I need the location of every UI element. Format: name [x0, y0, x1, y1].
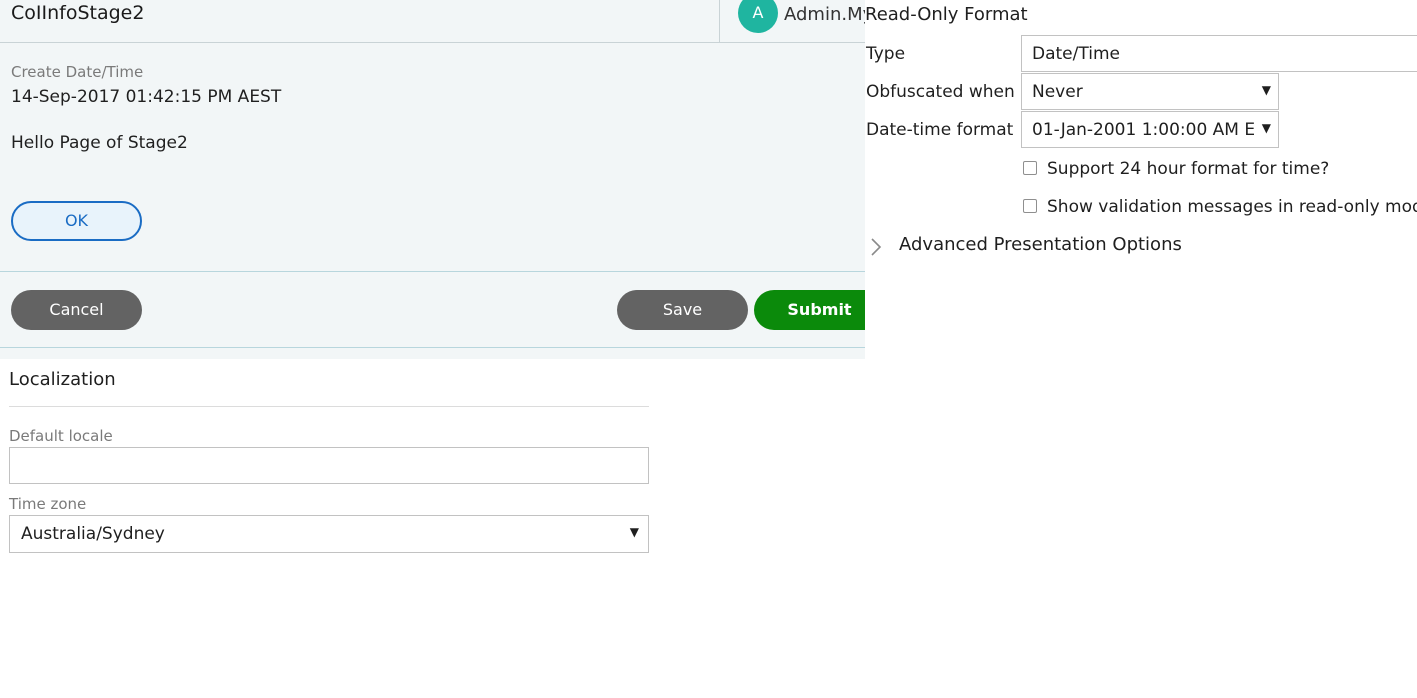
date-time-format-value: 01-Jan-2001 1:00:00 AM EDT [1032, 120, 1254, 140]
support-24h-label[interactable]: Support 24 hour format for time? [1047, 159, 1329, 179]
type-value: Date/Time [1032, 44, 1120, 64]
time-zone-label: Time zone [9, 495, 87, 513]
user-name[interactable]: Admin.My [784, 4, 865, 25]
bottom-divider [0, 347, 865, 348]
avatar[interactable]: A [738, 0, 778, 33]
chevron-right-icon[interactable] [867, 236, 887, 258]
show-validation-checkbox[interactable] [1023, 199, 1037, 213]
default-locale-label: Default locale [9, 427, 113, 445]
dropdown-arrow-icon: ▼ [1261, 121, 1271, 135]
save-button[interactable]: Save [617, 290, 748, 330]
submit-button[interactable]: Submit [754, 290, 865, 330]
case-panel: CoIInfoStage2 A Admin.My Create Date/Tim… [0, 0, 865, 359]
localization-title: Localization [9, 369, 116, 390]
time-zone-value: Australia/Sydney [21, 524, 165, 544]
create-datetime-label: Create Date/Time [11, 63, 144, 81]
support-24h-checkbox[interactable] [1023, 161, 1037, 175]
cancel-button[interactable]: Cancel [11, 290, 142, 330]
create-datetime-value: 14-Sep-2017 01:42:15 PM AEST [11, 87, 282, 107]
dropdown-arrow-icon: ▼ [629, 525, 639, 539]
case-header: CoIInfoStage2 A Admin.My [0, 0, 865, 43]
case-title: CoIInfoStage2 [11, 2, 145, 24]
ok-button[interactable]: OK [11, 201, 142, 241]
time-zone-select[interactable]: Australia/Sydney ▼ [9, 515, 649, 553]
obfuscated-when-label: Obfuscated when [866, 82, 1015, 102]
dropdown-arrow-icon: ▼ [1261, 83, 1271, 97]
date-time-format-select[interactable]: 01-Jan-2001 1:00:00 AM EDT ▼ [1021, 111, 1279, 148]
advanced-presentation-options[interactable]: Advanced Presentation Options [899, 234, 1182, 255]
type-label: Type [866, 44, 906, 64]
show-validation-label[interactable]: Show validation messages in read-only mo… [1047, 197, 1417, 217]
default-locale-input[interactable] [9, 447, 649, 484]
type-field: Date/Time [1021, 35, 1417, 72]
read-only-format-title: Read-Only Format [865, 4, 1028, 25]
action-divider [0, 271, 865, 272]
date-time-format-label: Date-time format [866, 120, 1014, 140]
obfuscated-when-select[interactable]: Never ▼ [1021, 73, 1279, 110]
obfuscated-when-value: Never [1032, 82, 1083, 102]
header-divider [719, 0, 720, 42]
page-message: Hello Page of Stage2 [11, 133, 188, 153]
localization-divider [9, 406, 649, 407]
